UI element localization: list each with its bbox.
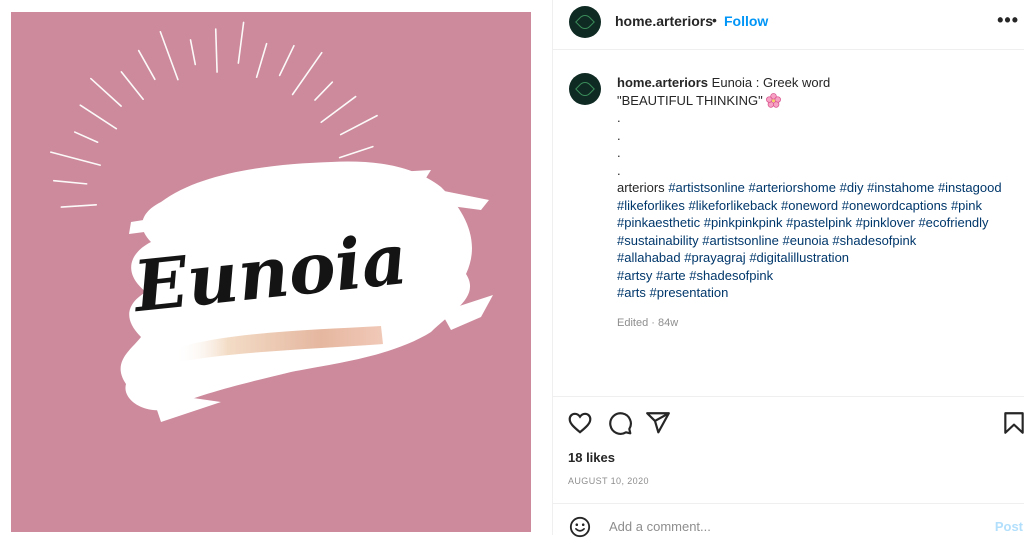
caption-area: home.arteriors Eunoia : Greek word "BEAU… (553, 51, 1024, 396)
hashtag-link[interactable]: #shadesofpink (689, 268, 773, 283)
more-horizontal-icon[interactable]: ••• (997, 10, 1019, 31)
sun-ray (255, 42, 268, 78)
hashtag-link[interactable]: #instahome (867, 180, 934, 195)
hashtag-line: #likeforlikes #likeforlikeback #oneword … (617, 197, 1024, 215)
hashtag-link[interactable]: #digitalillustration (749, 250, 849, 265)
caption-avatar[interactable] (569, 73, 601, 105)
caption-line-2: "BEAUTIFUL THINKING" (617, 92, 763, 108)
post-header: home.arteriors • Follow ••• (553, 0, 1024, 50)
follow-button[interactable]: Follow (724, 13, 768, 29)
hashtag-link[interactable]: #artistsonline (702, 233, 779, 248)
hashtag-link[interactable]: #shadesofpink (832, 233, 916, 248)
sun-ray (90, 77, 122, 107)
hashtag-link[interactable]: #allahabad (617, 250, 681, 265)
dot-line: . (617, 162, 621, 178)
likes-count[interactable]: 18 likes (568, 450, 615, 465)
hashtag-link[interactable]: #arts (617, 285, 646, 300)
separator-dot: • (712, 12, 717, 28)
sun-ray (60, 204, 98, 208)
hashtag-line: #sustainability #artistsonline #eunoia #… (617, 232, 1024, 250)
caption-lead-word: arteriors (617, 180, 665, 195)
edited-timestamp: Edited · 84w (617, 317, 679, 329)
hashtag-link[interactable]: #oneword (781, 198, 838, 213)
dot-line: . (617, 127, 621, 143)
hashtag-line: #pinkaesthetic #pinkpinkpink #pastelpink… (617, 214, 1024, 232)
post-details-pane: home.arteriors • Follow ••• home.arterio… (552, 0, 1024, 538)
hashtag-block: arteriors #artistsonline #arteriorshome … (617, 179, 1024, 302)
hashtag-link[interactable]: #presentation (650, 285, 729, 300)
hashtag-link[interactable]: #arteriorshome (749, 180, 836, 195)
post-media-pane: Eunoia (0, 0, 552, 535)
caption-text: home.arteriors Eunoia : Greek word "BEAU… (617, 74, 1024, 302)
bookmark-icon[interactable] (1001, 410, 1024, 436)
action-bar (553, 396, 1024, 447)
sun-ray (73, 131, 99, 144)
hashtag-line: #arts #presentation (617, 284, 1024, 302)
comment-bar: Post (553, 503, 1024, 544)
caption-line-1: Eunoia : Greek word (711, 75, 831, 90)
sun-ray (159, 30, 179, 81)
post-date[interactable]: AUGUST 10, 2020 (568, 476, 649, 486)
hashtag-link[interactable]: #prayagraj (684, 250, 745, 265)
caption-username[interactable]: home.arteriors (617, 75, 708, 90)
hashtag-link[interactable]: #onewordcaptions (842, 198, 948, 213)
leaf-logo-icon (575, 12, 595, 32)
eunoia-artwork: Eunoia (50, 21, 493, 422)
sun-ray (50, 151, 101, 166)
post-button[interactable]: Post (995, 519, 1023, 534)
sun-ray (189, 39, 197, 66)
post-image[interactable]: Eunoia (11, 12, 531, 532)
comment-input[interactable] (607, 518, 941, 535)
sun-ray (120, 71, 144, 101)
sun-ray (278, 44, 295, 77)
header-username[interactable]: home.arteriors (615, 13, 713, 29)
sun-ray (320, 95, 357, 124)
dot-line: . (617, 110, 621, 125)
sun-ray (291, 51, 323, 96)
sun-ray (137, 49, 156, 81)
hashtag-link[interactable]: #pinklover (856, 215, 915, 230)
paper-plane-icon[interactable] (645, 410, 671, 436)
sun-ray (314, 81, 334, 101)
leaf-logo-icon (575, 79, 595, 99)
hashtag-link[interactable]: #ecofriendly (918, 215, 988, 230)
hashtag-link[interactable]: #likeforlikeback (689, 198, 778, 213)
sun-ray (79, 104, 118, 130)
comment-icon[interactable] (607, 410, 633, 436)
hashtag-link[interactable]: #pinkpinkpink (704, 215, 783, 230)
hashtag-line: #artsy #arte #shadesofpink (617, 267, 1024, 285)
sun-ray (338, 145, 374, 159)
sun-ray (237, 21, 245, 64)
hashtag-link[interactable]: #diy (840, 180, 864, 195)
sun-ray (339, 114, 378, 136)
hashtag-link[interactable]: #pink (951, 198, 982, 213)
cherry-blossom-icon (766, 92, 782, 108)
heart-icon[interactable] (567, 410, 593, 436)
hashtag-link[interactable]: #likeforlikes (617, 198, 685, 213)
hashtag-line: #allahabad #prayagraj #digitalillustrati… (617, 249, 1024, 267)
hashtag-link[interactable]: #instagood (938, 180, 1002, 195)
hashtag-link[interactable]: #pastelpink (786, 215, 852, 230)
dot-line: . (617, 145, 621, 160)
hashtag-link[interactable]: #sustainability (617, 233, 699, 248)
hashtag-link[interactable]: #arte (656, 268, 686, 283)
hashtag-link[interactable]: #artsy (617, 268, 652, 283)
hashtag-link[interactable]: #eunoia (783, 233, 829, 248)
hashtag-link[interactable]: #pinkaesthetic (617, 215, 700, 230)
sun-ray (52, 179, 88, 185)
sun-ray (214, 28, 218, 73)
hashtag-line: arteriors #artistsonline #arteriorshome … (617, 179, 1024, 197)
hashtag-link[interactable]: #artistsonline (668, 180, 745, 195)
avatar[interactable] (569, 6, 601, 38)
